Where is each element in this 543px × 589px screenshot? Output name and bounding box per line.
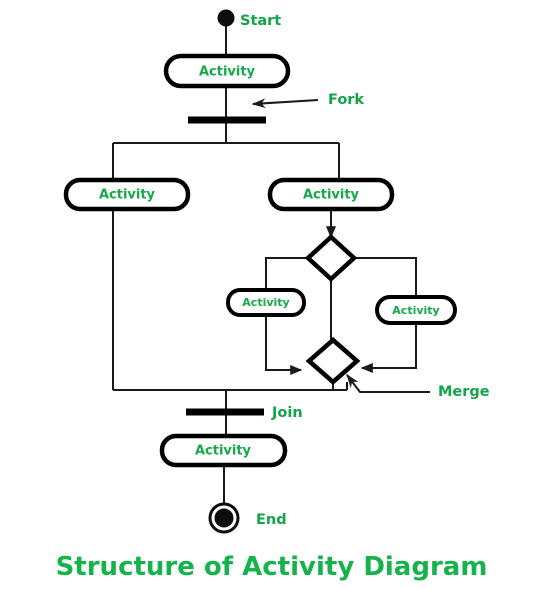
merge-label: Merge	[438, 384, 490, 400]
edge-inner-left-to-merge	[265, 315, 303, 376]
start-node: Start	[217, 9, 281, 29]
decision-diamond	[304, 233, 358, 283]
activity-label: Activity	[99, 188, 156, 203]
activity-node-top: Activity	[163, 53, 291, 89]
fork-label: Fork	[328, 92, 364, 108]
activity-node-right: Activity	[267, 177, 395, 212]
merge-leader-line	[346, 373, 430, 393]
end-node: End	[208, 502, 287, 534]
activity-label: Activity	[392, 304, 439, 317]
activity-diagram-svg: Activity Activity Activity Activity Acti…	[63, 9, 490, 534]
merge-diamond	[305, 337, 361, 385]
join-label: Join	[271, 405, 303, 421]
activity-node-bottom: Activity	[159, 433, 288, 468]
end-label: End	[256, 512, 287, 528]
diagram-caption: Structure of Activity Diagram	[55, 552, 488, 582]
fork-leader-line	[251, 98, 319, 109]
activity-label: Activity	[303, 188, 360, 203]
initial-node-icon	[217, 9, 235, 27]
activity-diagram-canvas: Activity Activity Activity Activity Acti…	[0, 0, 543, 589]
final-node-core-icon	[214, 508, 234, 528]
activity-node-inner-right: Activity	[375, 295, 457, 325]
start-label: Start	[240, 13, 281, 29]
activity-label: Activity	[242, 296, 289, 309]
activity-node-left: Activity	[63, 177, 191, 212]
activity-label: Activity	[195, 444, 252, 459]
activity-node-inner-left: Activity	[226, 288, 306, 317]
activity-label: Activity	[199, 65, 256, 80]
edge-layer	[112, 26, 417, 503]
edge-inner-right-to-merge	[360, 323, 417, 374]
